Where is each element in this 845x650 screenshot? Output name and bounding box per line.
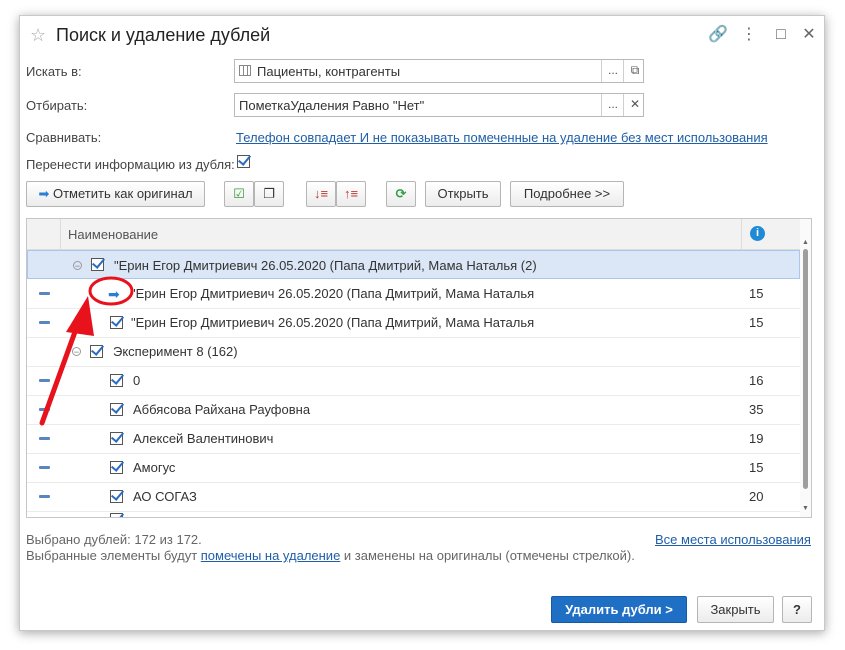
annotation-arrow-line	[39, 315, 83, 426]
annotation-arrow-head	[66, 296, 94, 336]
annotation-circle	[88, 276, 134, 306]
annotation-overlay	[39, 276, 134, 426]
